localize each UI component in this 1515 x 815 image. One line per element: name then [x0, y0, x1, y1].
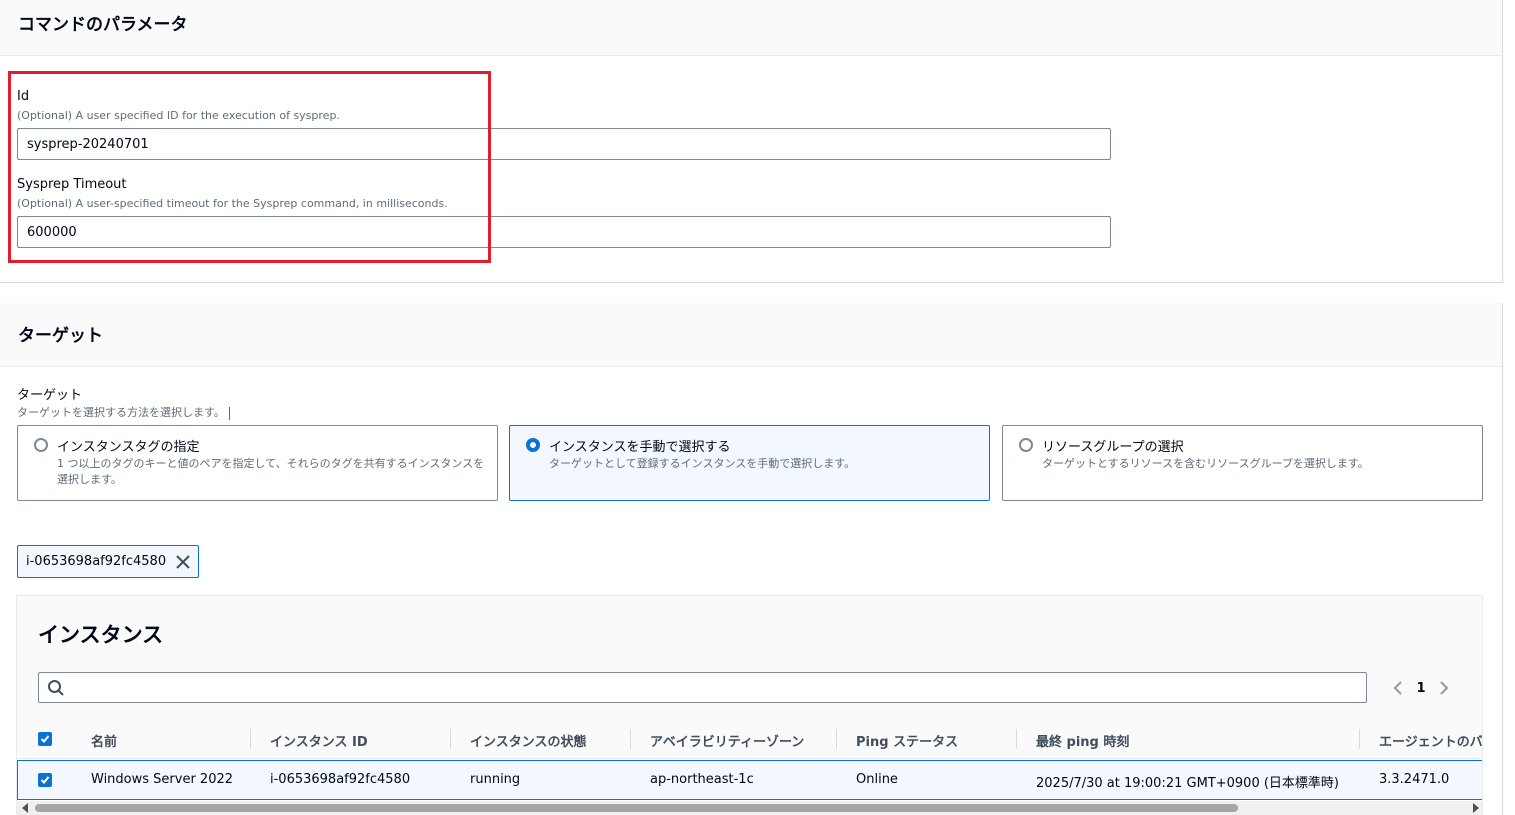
instances-table-title: インスタンス	[38, 623, 164, 647]
sysprep-timeout-description: (Optional) A user-specified timeout for …	[17, 197, 448, 210]
scrollbar-thumb[interactable]	[35, 804, 1238, 812]
option-title-manual-selection: インスタンスを手動で選択する	[549, 440, 731, 455]
cell-ping-status: Online	[856, 772, 898, 787]
option-title-resource-group: リソースグループの選択	[1042, 440, 1184, 455]
column-header-last-ping-time[interactable]: 最終 ping 時刻	[1036, 731, 1129, 750]
option-tile-resource-group[interactable]: リソースグループの選択 ターゲットとするリソースを含むリソースグループを選択しま…	[1002, 425, 1483, 501]
select-all-checkbox[interactable]	[38, 732, 52, 746]
column-header-instance-state[interactable]: インスタンスの状態	[470, 731, 586, 750]
column-header-agent-version[interactable]: エージェントのバ	[1379, 731, 1482, 750]
cell-last-ping-time: 2025/7/30 at 19:00:21 GMT+0900 (日本標準時)	[1036, 776, 1339, 791]
close-icon[interactable]	[174, 553, 192, 571]
instance-search-box	[38, 672, 1367, 703]
column-separator[interactable]	[1359, 729, 1360, 749]
radio-resource-group[interactable]	[1019, 438, 1033, 452]
option-description-manual-selection: ターゲットとして登録するインスタンスを手動で選択します。	[549, 457, 856, 470]
token-label: i-0653698af92fc4580	[26, 554, 167, 569]
chevron-left-icon[interactable]	[1387, 677, 1409, 699]
pagination: 1	[1387, 674, 1455, 702]
scroll-left-icon[interactable]	[22, 803, 28, 813]
column-header-instance-id[interactable]: インスタンス ID	[270, 731, 368, 750]
target-field-description: ターゲットを選択する方法を選択します。	[17, 404, 230, 420]
cell-availability-zone: ap-northeast-1c	[650, 772, 754, 787]
text-cursor	[228, 406, 230, 420]
page-scroll-gutter	[1505, 0, 1515, 815]
id-field-description: (Optional) A user specified ID for the e…	[17, 109, 340, 122]
target-field-label: ターゲット	[17, 388, 83, 403]
command-parameters-header: コマンドのパラメータ	[0, 0, 1502, 56]
table-row[interactable]: Windows Server 2022 i-0653698af92fc4580 …	[17, 760, 1482, 800]
page-number[interactable]: 1	[1409, 681, 1433, 696]
column-header-ping-status[interactable]: Ping ステータス	[856, 731, 958, 750]
column-separator[interactable]	[836, 729, 837, 749]
sysprep-timeout-input[interactable]	[17, 216, 1111, 248]
column-header-availability-zone[interactable]: アベイラビリティーゾーン	[650, 731, 804, 750]
cell-agent-version: 3.3.2471.0	[1379, 772, 1450, 787]
row-selection-border	[17, 760, 18, 800]
row-checkbox[interactable]	[38, 773, 52, 787]
cell-instance-state: running	[470, 772, 521, 787]
id-field-label: Id	[17, 89, 30, 104]
option-description-resource-group: ターゲットとするリソースを含むリソースグループを選択します。	[1042, 457, 1369, 470]
search-icon	[47, 679, 65, 697]
sysprep-timeout-label: Sysprep Timeout	[17, 177, 127, 192]
cell-name: Windows Server 2022	[91, 772, 234, 787]
column-separator[interactable]	[630, 729, 631, 749]
option-tile-instance-tags[interactable]: インスタンスタグの指定 1 つ以上のタグのキーと値のペアを指定して、それらのタグ…	[17, 425, 498, 501]
chevron-right-icon[interactable]	[1433, 677, 1455, 699]
cell-instance-id: i-0653698af92fc4580	[270, 772, 411, 787]
option-title-instance-tags: インスタンスタグの指定	[57, 440, 200, 455]
command-parameters-panel: コマンドのパラメータ Id (Optional) A user specifie…	[0, 0, 1503, 283]
radio-manual-selection[interactable]	[526, 438, 540, 452]
column-separator[interactable]	[1016, 729, 1017, 749]
command-parameters-title: コマンドのパラメータ	[18, 15, 188, 35]
target-title: ターゲット	[18, 326, 103, 346]
column-separator[interactable]	[250, 729, 251, 749]
instance-search-input[interactable]	[71, 673, 1361, 702]
horizontal-scrollbar[interactable]	[17, 801, 1482, 815]
option-tile-manual-selection[interactable]: インスタンスを手動で選択する ターゲットとして登録するインスタンスを手動で選択し…	[509, 425, 990, 501]
scroll-right-icon[interactable]	[1473, 803, 1479, 813]
table-header-row: 名前 インスタンス ID インスタンスの状態 アベイラビリティーゾーン Ping…	[17, 719, 1482, 759]
id-input[interactable]	[17, 128, 1111, 160]
target-panel: ターゲット ターゲット ターゲットを選択する方法を選択します。 インスタンスタグ…	[0, 303, 1503, 815]
column-header-name[interactable]: 名前	[91, 731, 117, 750]
radio-instance-tags[interactable]	[34, 438, 48, 452]
column-separator[interactable]	[450, 729, 451, 749]
instances-table-container: インスタンス 1 名前 インスタンス ID インスタンスの状態 アベイラビリティ…	[16, 595, 1483, 815]
target-header: ターゲット	[0, 303, 1502, 367]
option-description-instance-tags: 1 つ以上のタグのキーと値のペアを指定して、それらのタグを共有するインスタンスを…	[57, 457, 485, 486]
selected-instance-token: i-0653698af92fc4580	[17, 545, 200, 578]
target-field-description-text: ターゲットを選択する方法を選択します。	[17, 406, 225, 419]
